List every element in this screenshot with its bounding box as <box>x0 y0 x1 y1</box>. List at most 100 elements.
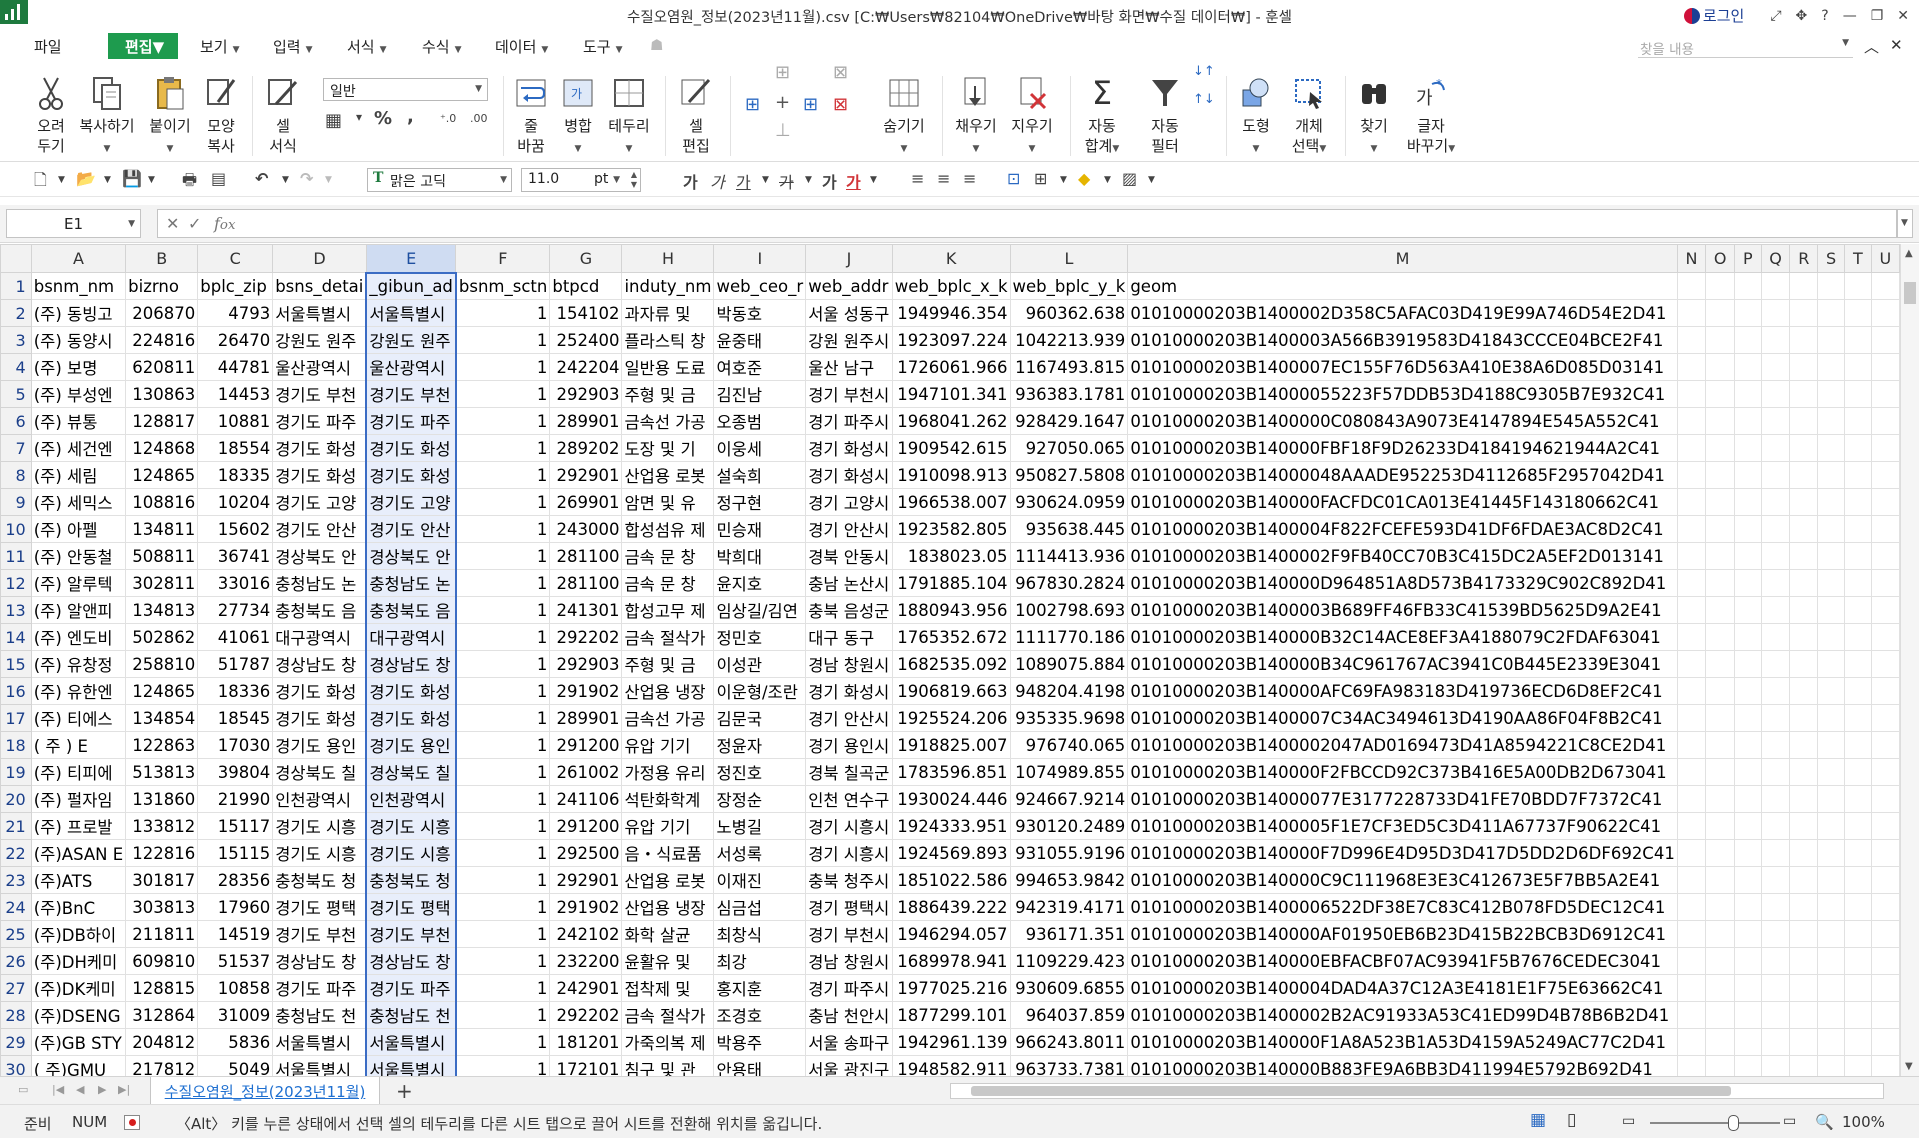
cell[interactable]: 서울특별시 <box>272 299 367 327</box>
chevron-down-icon[interactable]: ▼ <box>1148 175 1155 185</box>
cell[interactable] <box>1844 1001 1872 1029</box>
cell[interactable]: 윤지호 <box>713 569 807 597</box>
zoom-slider-knob[interactable] <box>1728 1115 1739 1131</box>
cell[interactable] <box>1705 947 1736 975</box>
cell[interactable]: 01010000203B140000B32C14ACE8EF3A4188079C… <box>1127 623 1678 651</box>
row-header[interactable]: 29 <box>0 1028 32 1056</box>
cell[interactable]: 경기 안산시 <box>805 704 893 732</box>
cell[interactable]: 01010000203B140000B34C961767AC3941C0B445… <box>1127 650 1678 678</box>
cell[interactable]: 경기도 안산 <box>272 515 367 543</box>
cell[interactable]: 1 <box>455 542 551 570</box>
cell[interactable]: 박동호 <box>713 299 807 327</box>
cell[interactable] <box>1676 569 1707 597</box>
cell[interactable]: 1909542.615 <box>891 434 1011 462</box>
cell[interactable] <box>1676 677 1707 705</box>
cell[interactable]: 1 <box>455 407 551 435</box>
cell[interactable]: 유압 기기 <box>621 731 715 759</box>
column-header[interactable]: A <box>30 244 127 273</box>
cell[interactable]: 18335 <box>197 461 274 489</box>
cell[interactable] <box>1676 974 1707 1002</box>
cell[interactable]: 경기도 용인 <box>365 731 457 759</box>
align-center-icon[interactable]: ≡ <box>937 169 950 188</box>
cell[interactable]: 경기 파주시 <box>805 407 893 435</box>
row-header[interactable]: 8 <box>0 461 32 489</box>
row-header[interactable]: 2 <box>0 299 32 327</box>
row-header[interactable]: 5 <box>0 380 32 408</box>
cell[interactable]: 경기도 화성 <box>272 677 367 705</box>
normal-view-icon[interactable]: ▦ <box>1530 1110 1546 1130</box>
cell[interactable]: 924667.9214 <box>1009 785 1129 813</box>
cell[interactable] <box>1789 947 1819 975</box>
row-header[interactable]: 26 <box>0 947 32 975</box>
cell[interactable]: 이성관 <box>713 650 807 678</box>
cell[interactable]: 281100 <box>549 569 623 597</box>
cell[interactable] <box>1676 1001 1707 1029</box>
cell[interactable]: 서성록 <box>713 839 807 867</box>
cell-border-icon[interactable]: ⊞ <box>1034 169 1047 188</box>
row-header[interactable]: 11 <box>0 542 32 570</box>
cell[interactable]: 이운형/조란 <box>713 677 807 705</box>
cell[interactable] <box>1844 650 1872 678</box>
underline-icon[interactable]: 가 <box>736 169 751 193</box>
cell[interactable]: 134813 <box>125 596 199 624</box>
cell[interactable]: 주형 및 금 <box>621 380 715 408</box>
column-header[interactable]: P <box>1734 244 1762 273</box>
row-header[interactable]: 1 <box>0 272 32 300</box>
cell[interactable] <box>1844 380 1872 408</box>
cell[interactable]: 서울특별시 <box>272 1028 367 1056</box>
cell[interactable] <box>1870 596 1900 624</box>
cell[interactable]: ( 주)GMU <box>30 1055 127 1076</box>
cell[interactable]: 960362.638 <box>1009 299 1129 327</box>
cell[interactable]: 1689978.941 <box>891 947 1011 975</box>
cell[interactable]: 1114413.936 <box>1009 542 1129 570</box>
cell[interactable]: 1949946.354 <box>891 299 1011 327</box>
cell[interactable]: 경상북도 안 <box>365 542 457 570</box>
cell[interactable]: 291902 <box>549 893 623 921</box>
cell[interactable]: (주) 엔도비 <box>30 623 127 651</box>
cell[interactable] <box>1844 947 1872 975</box>
vertical-scrollbar[interactable]: ▲ ▼ <box>1900 244 1919 1076</box>
cell[interactable] <box>1705 623 1736 651</box>
row-header[interactable]: 25 <box>0 920 32 948</box>
cell[interactable]: 1109229.423 <box>1009 947 1129 975</box>
cell[interactable]: 289901 <box>549 407 623 435</box>
cell[interactable]: 석탄화학계 <box>621 785 715 813</box>
row-header[interactable]: 10 <box>0 515 32 543</box>
cell[interactable]: 합성섬유 제 <box>621 515 715 543</box>
cell[interactable]: 609810 <box>125 947 199 975</box>
cell[interactable]: 01010000203B140000AFC69FA983183D419736EC… <box>1127 677 1678 705</box>
cell[interactable] <box>1734 650 1762 678</box>
cell[interactable] <box>1676 758 1707 786</box>
object-select-button[interactable]: 개체 선택▼ <box>1284 74 1334 159</box>
cell[interactable] <box>1870 866 1900 894</box>
cell[interactable] <box>1705 758 1736 786</box>
cell[interactable]: 1 <box>455 785 551 813</box>
cell[interactable]: 경기 시흥시 <box>805 839 893 867</box>
cell[interactable]: 김문국 <box>713 704 807 732</box>
cell[interactable]: 충북 음성군 <box>805 596 893 624</box>
cell[interactable]: 1 <box>455 434 551 462</box>
cell[interactable]: 39804 <box>197 758 274 786</box>
chevron-down-icon[interactable]: ▼ <box>282 175 289 185</box>
cell[interactable] <box>1870 974 1900 1002</box>
cell[interactable]: 이재진 <box>713 866 807 894</box>
cell[interactable]: 01010000203B140000F7D996E4D95D3D417D5DD2… <box>1127 839 1678 867</box>
find-button[interactable]: 찾기 ▼ <box>1353 74 1395 159</box>
cell[interactable]: (주) 세믹스 <box>30 488 127 516</box>
cell[interactable]: 26470 <box>197 326 274 354</box>
cell[interactable] <box>1760 623 1791 651</box>
redo-icon[interactable]: ↷ <box>300 169 313 188</box>
cell[interactable] <box>1789 542 1819 570</box>
cell[interactable]: 안용태 <box>713 1055 807 1076</box>
cell[interactable] <box>1760 731 1791 759</box>
cell[interactable] <box>1760 515 1791 543</box>
cell[interactable]: 서울특별시 <box>365 299 457 327</box>
cell[interactable]: 1966538.007 <box>891 488 1011 516</box>
row-header[interactable]: 21 <box>0 812 32 840</box>
row-header[interactable]: 12 <box>0 569 32 597</box>
font-name-select[interactable]: T 맑은 고딕 ▼ <box>367 168 512 192</box>
font-size-select[interactable]: 11.0 pt ▼ ▲ ▼ <box>521 168 641 192</box>
cell[interactable]: 경기 파주시 <box>805 974 893 1002</box>
cell[interactable] <box>1844 407 1872 435</box>
cell[interactable] <box>1817 866 1846 894</box>
